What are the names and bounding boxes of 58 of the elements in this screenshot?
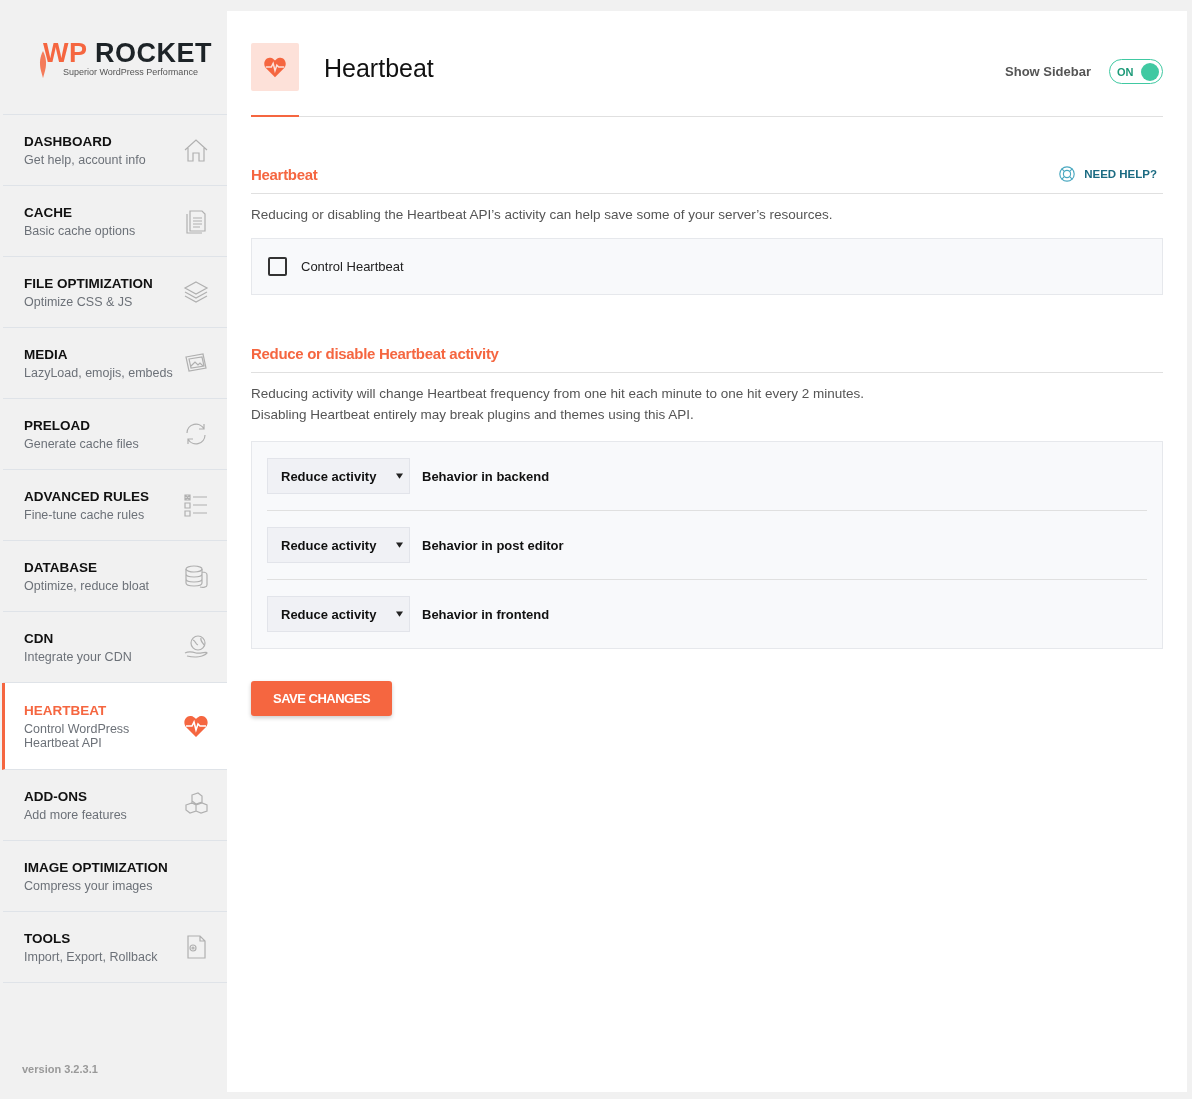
sidebar-item[interactable]: HEARTBEAT Control WordPress Heartbeat API: [2, 683, 227, 770]
globe-icon: [183, 634, 209, 660]
sidebar-item-title: HEARTBEAT: [24, 702, 108, 718]
activity-dropdown[interactable]: Reduce activity: [267, 596, 410, 632]
sidebar-item-subtitle: LazyLoad, emojis, embeds: [24, 365, 173, 380]
sidebar-item-subtitle: Add more features: [24, 807, 127, 822]
lifebuoy-icon: [1058, 165, 1077, 183]
sidebar-item-subtitle: Optimize, reduce bloat: [24, 578, 150, 593]
sidebar-item-subtitle: Fine-tune cache rules: [24, 507, 146, 522]
sidebar-item-subtitle: Integrate your CDN: [24, 649, 132, 664]
section-description: Reducing or disabling the Heartbeat API’s activity can help save some of your server’s resources.: [251, 207, 834, 222]
version-text: version 3.2.3.1: [21, 1063, 99, 1077]
setting-label: Behavior in frontend: [422, 606, 550, 622]
section-title: Heartbeat: [251, 165, 318, 183]
section-description: Reducing activity will change Heartbeat frequency from one hit each minute to one hit every 2 minutes.: [251, 385, 866, 403]
sidebar-item-title: ADVANCED RULES: [24, 488, 149, 504]
caret-icon: [396, 611, 403, 617]
sidebar-item-title: PRELOAD: [24, 417, 91, 433]
sidebar-item-subtitle: Basic cache options: [24, 223, 136, 238]
section-title: Reduce or disable Heartbeat activity: [251, 345, 499, 362]
heart-icon: [263, 55, 287, 79]
sidebar-item-title: CACHE: [24, 204, 73, 220]
sidebar-item-title: FILE OPTIMIZATION: [24, 275, 153, 291]
checkbox[interactable]: [268, 257, 287, 276]
sidebar-item-subtitle: Import, Export, Rollback: [24, 949, 158, 964]
sidebar-item-title: IMAGE OPTIMIZATION: [24, 859, 168, 875]
activity-dropdown[interactable]: Reduce activity: [267, 458, 410, 494]
sidebar-item-subtitle: Generate cache files: [24, 436, 139, 451]
toggle-label: Show Sidebar: [1005, 64, 1091, 79]
page-title: Heartbeat: [324, 54, 434, 83]
brand-name: WP ROCKET: [43, 39, 212, 67]
setting-label: Behavior in backend: [422, 468, 550, 484]
sidebar-item-title: TOOLS: [24, 930, 72, 946]
sidebar-toggle[interactable]: ON: [1109, 59, 1163, 84]
sidebar-item-subtitle: Optimize CSS & JS: [24, 294, 134, 309]
caret-icon: [396, 473, 403, 479]
db-icon: [183, 563, 209, 589]
brand-tagline: Superior WordPress Performance: [63, 67, 199, 77]
sidebar-item-title: DATABASE: [24, 559, 98, 575]
section-description: Disabling Heartbeat entirely may break plugins and themes using this API.: [251, 406, 695, 424]
sidebar-item-subtitle: Control WordPress Heartbeat API: [24, 721, 131, 750]
setting-label: Behavior in post editor: [422, 537, 564, 553]
sidebar-item-title: MEDIA: [24, 346, 69, 362]
heart-icon: [183, 713, 209, 739]
activity-dropdown[interactable]: Reduce activity: [267, 527, 410, 563]
sidebar-item-title: DASHBOARD: [24, 133, 113, 149]
caret-icon: [396, 542, 403, 548]
layers-icon: [183, 279, 209, 305]
sidebar-item-subtitle: Get help, account info: [24, 152, 146, 167]
list-icon: [183, 492, 209, 518]
sidebar-item-title: ADD-ONS: [24, 788, 88, 804]
refresh-icon: [183, 421, 209, 447]
house-icon: [183, 137, 209, 163]
need-help-link[interactable]: NEED HELP?: [1058, 165, 1157, 183]
sidebar-item-title: CDN: [24, 630, 55, 646]
checkbox-label: Control Heartbeat: [301, 259, 404, 274]
sidebar-item-subtitle: Compress your images: [24, 878, 154, 893]
doc-icon: [183, 208, 209, 234]
